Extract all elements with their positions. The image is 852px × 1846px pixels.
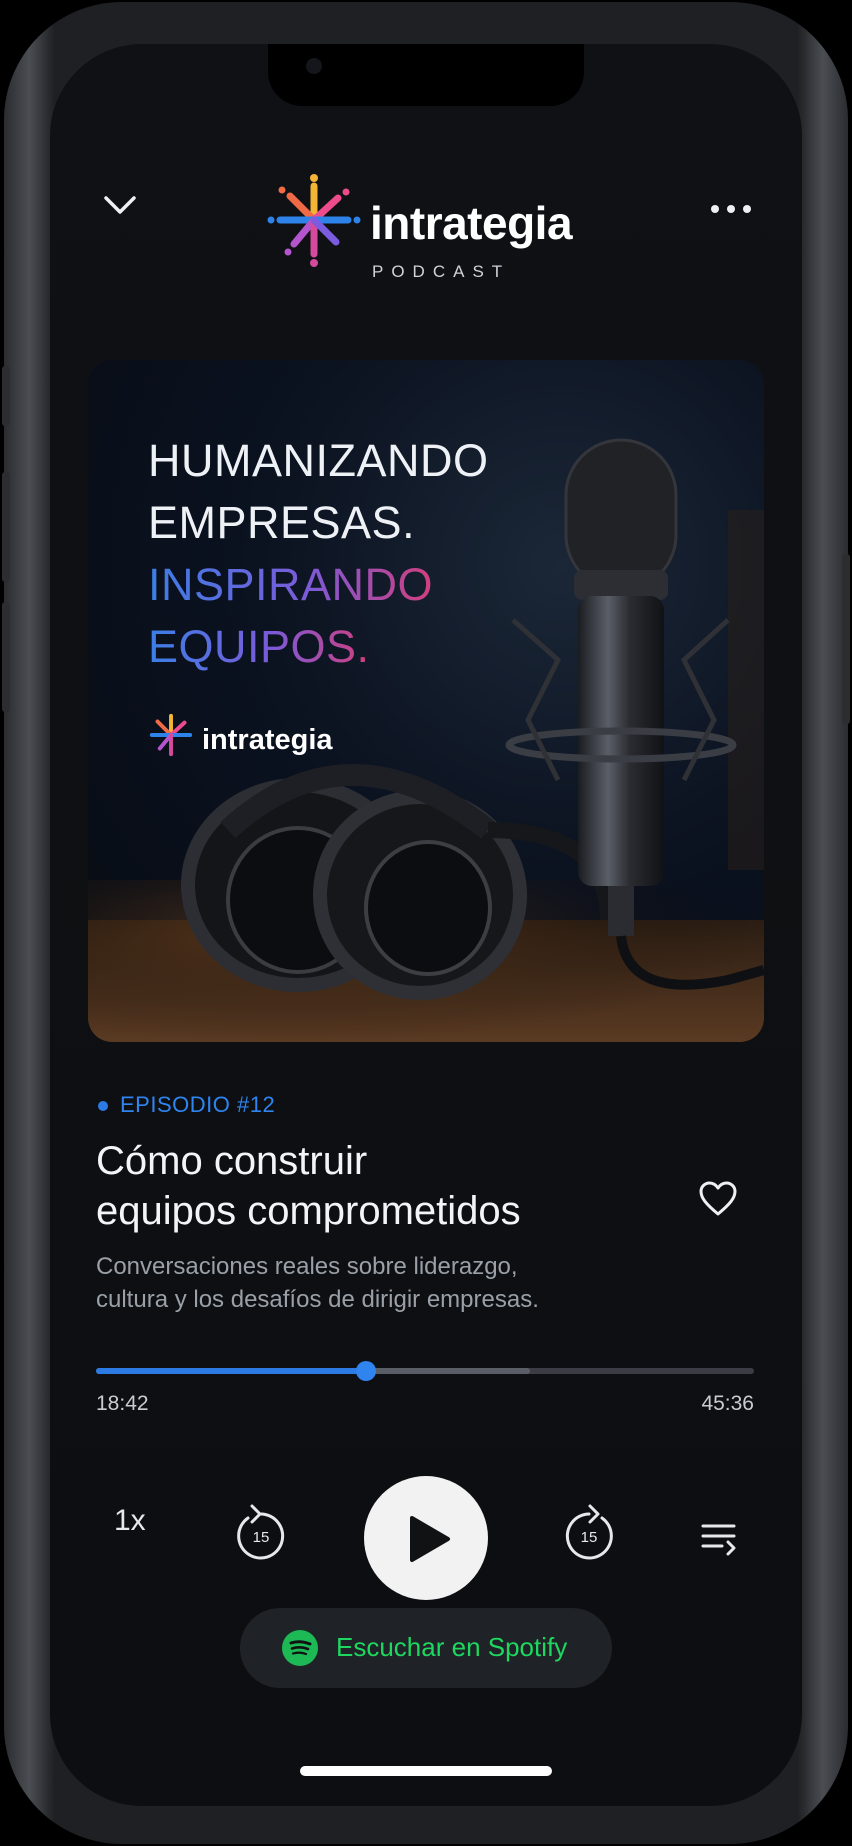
more-options-icon[interactable] <box>706 194 756 224</box>
episode-label: EPISODIO #12 <box>120 1092 276 1117</box>
episode-title-line-1: Cómo construir <box>96 1139 368 1183</box>
heart-icon[interactable] <box>698 1180 738 1218</box>
podcast-cover-art: HUMANIZANDO EMPRESAS. INSPIRANDO EQUIPOS… <box>88 360 764 1042</box>
mute-switch <box>2 366 10 426</box>
episode-description-line-2: cultura y los desafíos de dirigir empres… <box>96 1286 539 1313</box>
spotify-icon <box>282 1630 318 1666</box>
intrategia-logo-icon <box>267 174 361 267</box>
cover-logo-icon <box>149 713 193 757</box>
playback-speed-button[interactable]: 1x <box>114 1504 146 1538</box>
home-indicator[interactable] <box>300 1766 552 1776</box>
cover-line-2: EMPRESAS. <box>148 497 416 548</box>
forward-seconds: 15 <box>581 1529 598 1546</box>
power-button <box>842 554 850 724</box>
episode-title: Cómo construir equipos comprometidos <box>96 1136 656 1236</box>
volume-down-button <box>2 602 10 712</box>
rewind-15-icon[interactable]: 15 <box>232 1500 290 1562</box>
cover-brand-name: intrategia <box>202 724 333 756</box>
forward-15-icon[interactable]: 15 <box>560 1500 618 1562</box>
cover-line-1: HUMANIZANDO <box>148 435 489 486</box>
progress-fill <box>96 1368 366 1374</box>
progress-bar[interactable] <box>96 1361 754 1381</box>
rewind-seconds: 15 <box>253 1529 270 1546</box>
episode-title-line-2: equipos comprometidos <box>96 1189 521 1233</box>
playlist-queue-icon[interactable] <box>700 1522 740 1556</box>
progress-knob[interactable] <box>355 1361 376 1381</box>
volume-up-button <box>2 472 10 582</box>
listen-on-spotify-button[interactable]: Escuchar en Spotify <box>240 1608 612 1688</box>
dynamic-notch <box>268 44 584 106</box>
app-screen: intrategia PODCAST HUMANIZANDO EMPRESAS.… <box>50 44 802 1806</box>
total-time: 45:36 <box>701 1392 754 1415</box>
cover-line-3: INSPIRANDO <box>148 559 434 610</box>
brand-subtitle: PODCAST <box>372 262 511 281</box>
episode-description: Conversaciones reales sobre liderazgo, c… <box>96 1250 696 1316</box>
chevron-down-icon[interactable] <box>102 192 138 220</box>
play-icon <box>410 1516 450 1562</box>
spotify-label: Escuchar en Spotify <box>336 1632 568 1662</box>
current-time: 18:42 <box>96 1392 149 1415</box>
episode-description-line-1: Conversaciones reales sobre liderazgo, <box>96 1253 518 1280</box>
episode-dot <box>98 1101 108 1111</box>
cover-line-4: EQUIPOS. <box>148 621 370 672</box>
play-button[interactable] <box>364 1476 488 1600</box>
camera-icon <box>306 58 322 74</box>
brand-name: intrategia <box>370 197 573 249</box>
cover-headline: HUMANIZANDO EMPRESAS. INSPIRANDO EQUIPOS… <box>148 430 489 678</box>
